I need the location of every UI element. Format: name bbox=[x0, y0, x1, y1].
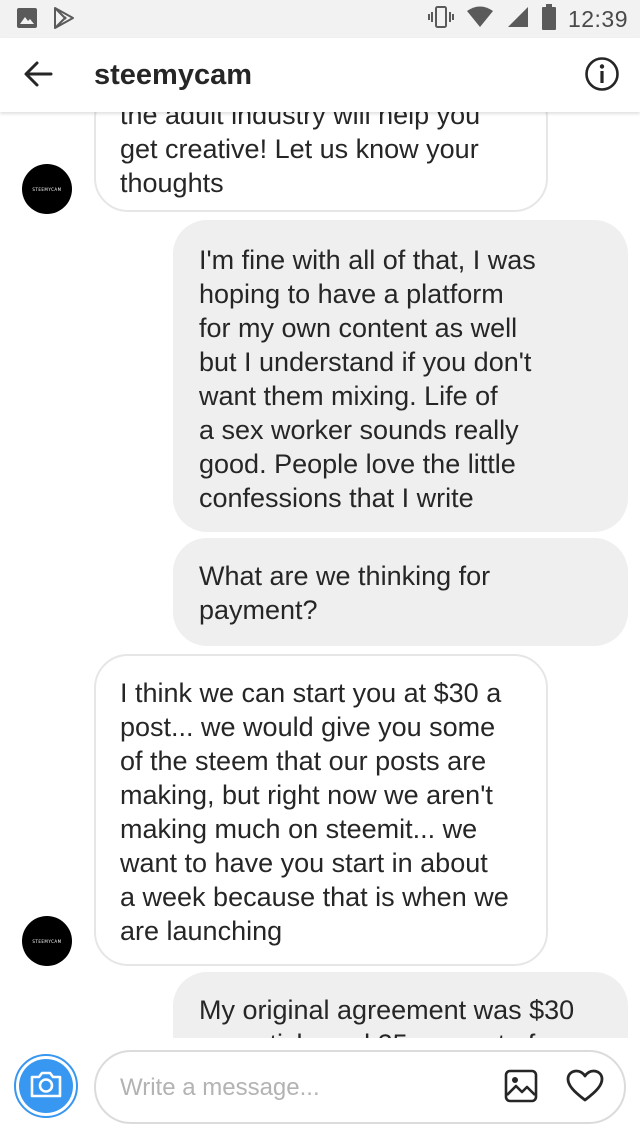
camera-button[interactable] bbox=[14, 1054, 78, 1118]
heart-icon bbox=[566, 1069, 604, 1108]
message-bubble-outgoing[interactable]: My original agreement was $30 per articl… bbox=[173, 972, 628, 1038]
wifi-icon bbox=[466, 5, 494, 34]
message-line: making much on steemit... we bbox=[120, 814, 478, 844]
like-button[interactable] bbox=[564, 1067, 606, 1109]
message-composer bbox=[0, 1038, 640, 1138]
info-icon bbox=[584, 56, 620, 97]
message-line: are launching bbox=[120, 916, 283, 946]
avatar[interactable]: STEEMYCAM bbox=[22, 164, 72, 214]
message-line: post... we would give you some bbox=[120, 712, 496, 742]
message-line: good. People love the little bbox=[199, 449, 516, 479]
signal-icon bbox=[506, 5, 530, 34]
message-line: the adult industry will help you bbox=[120, 112, 481, 130]
message-line: payment? bbox=[199, 595, 318, 625]
avatar[interactable]: STEEMYCAM bbox=[22, 916, 72, 966]
message-line: I'm fine with all of that, I was bbox=[199, 245, 536, 275]
message-input[interactable] bbox=[118, 1052, 482, 1124]
message-bubble-outgoing[interactable]: I'm fine with all of that, I was hoping … bbox=[173, 220, 628, 532]
message-line: thoughts bbox=[120, 168, 224, 198]
message-line: My original agreement was $30 bbox=[199, 995, 575, 1025]
message-line: a week because that is when we bbox=[120, 882, 509, 912]
message-line: but I understand if you don't bbox=[199, 347, 532, 377]
back-button[interactable] bbox=[18, 56, 58, 96]
message-line: making, but right now we aren't bbox=[120, 780, 493, 810]
message-bubble-incoming[interactable]: I think we can start you at $30 a post..… bbox=[94, 654, 548, 966]
camera-icon bbox=[29, 1069, 63, 1104]
message-line: hoping to have a platform bbox=[199, 279, 504, 309]
message-bubble-incoming[interactable]: the adult industry will help you get cre… bbox=[94, 112, 548, 212]
play-store-icon bbox=[52, 6, 76, 35]
status-bar-right: 12:39 bbox=[427, 4, 628, 35]
status-bar: 12:39 bbox=[0, 0, 640, 38]
battery-icon bbox=[541, 4, 556, 35]
message-line: I think we can start you at $30 a bbox=[120, 678, 502, 708]
message-line: want to have you start in about bbox=[120, 848, 488, 878]
camera-button-fill bbox=[19, 1059, 73, 1113]
status-time: 12:39 bbox=[567, 6, 628, 32]
message-thread[interactable]: the adult industry will help you get cre… bbox=[0, 112, 640, 1038]
vibrate-icon bbox=[427, 4, 454, 35]
info-button[interactable] bbox=[582, 56, 622, 96]
message-line: of the steem that our posts are bbox=[120, 746, 487, 776]
gallery-button[interactable] bbox=[502, 1069, 540, 1107]
message-line: per article and 25 percent of bbox=[199, 1027, 602, 1038]
gallery-icon bbox=[504, 1069, 538, 1108]
message-line: What are we thinking for bbox=[199, 561, 491, 591]
message-field[interactable] bbox=[94, 1050, 626, 1124]
status-bar-left bbox=[16, 6, 76, 35]
message-bubble-outgoing[interactable]: What are we thinking for payment? bbox=[173, 538, 628, 646]
message-line: get creative! Let us know your bbox=[120, 134, 479, 164]
chat-header: steemycam bbox=[0, 38, 640, 112]
avatar-logo-text: STEEMYCAM bbox=[32, 938, 62, 944]
message-line: want them mixing. Life of bbox=[199, 381, 498, 411]
page-title[interactable]: steemycam bbox=[94, 56, 252, 94]
message-line: for my own content as well bbox=[199, 313, 518, 343]
image-icon bbox=[16, 7, 38, 34]
arrow-left-icon bbox=[23, 59, 53, 94]
message-line: confessions that I write bbox=[199, 483, 474, 513]
avatar-logo-text: STEEMYCAM bbox=[32, 186, 62, 192]
message-line: a sex worker sounds really bbox=[199, 415, 519, 445]
